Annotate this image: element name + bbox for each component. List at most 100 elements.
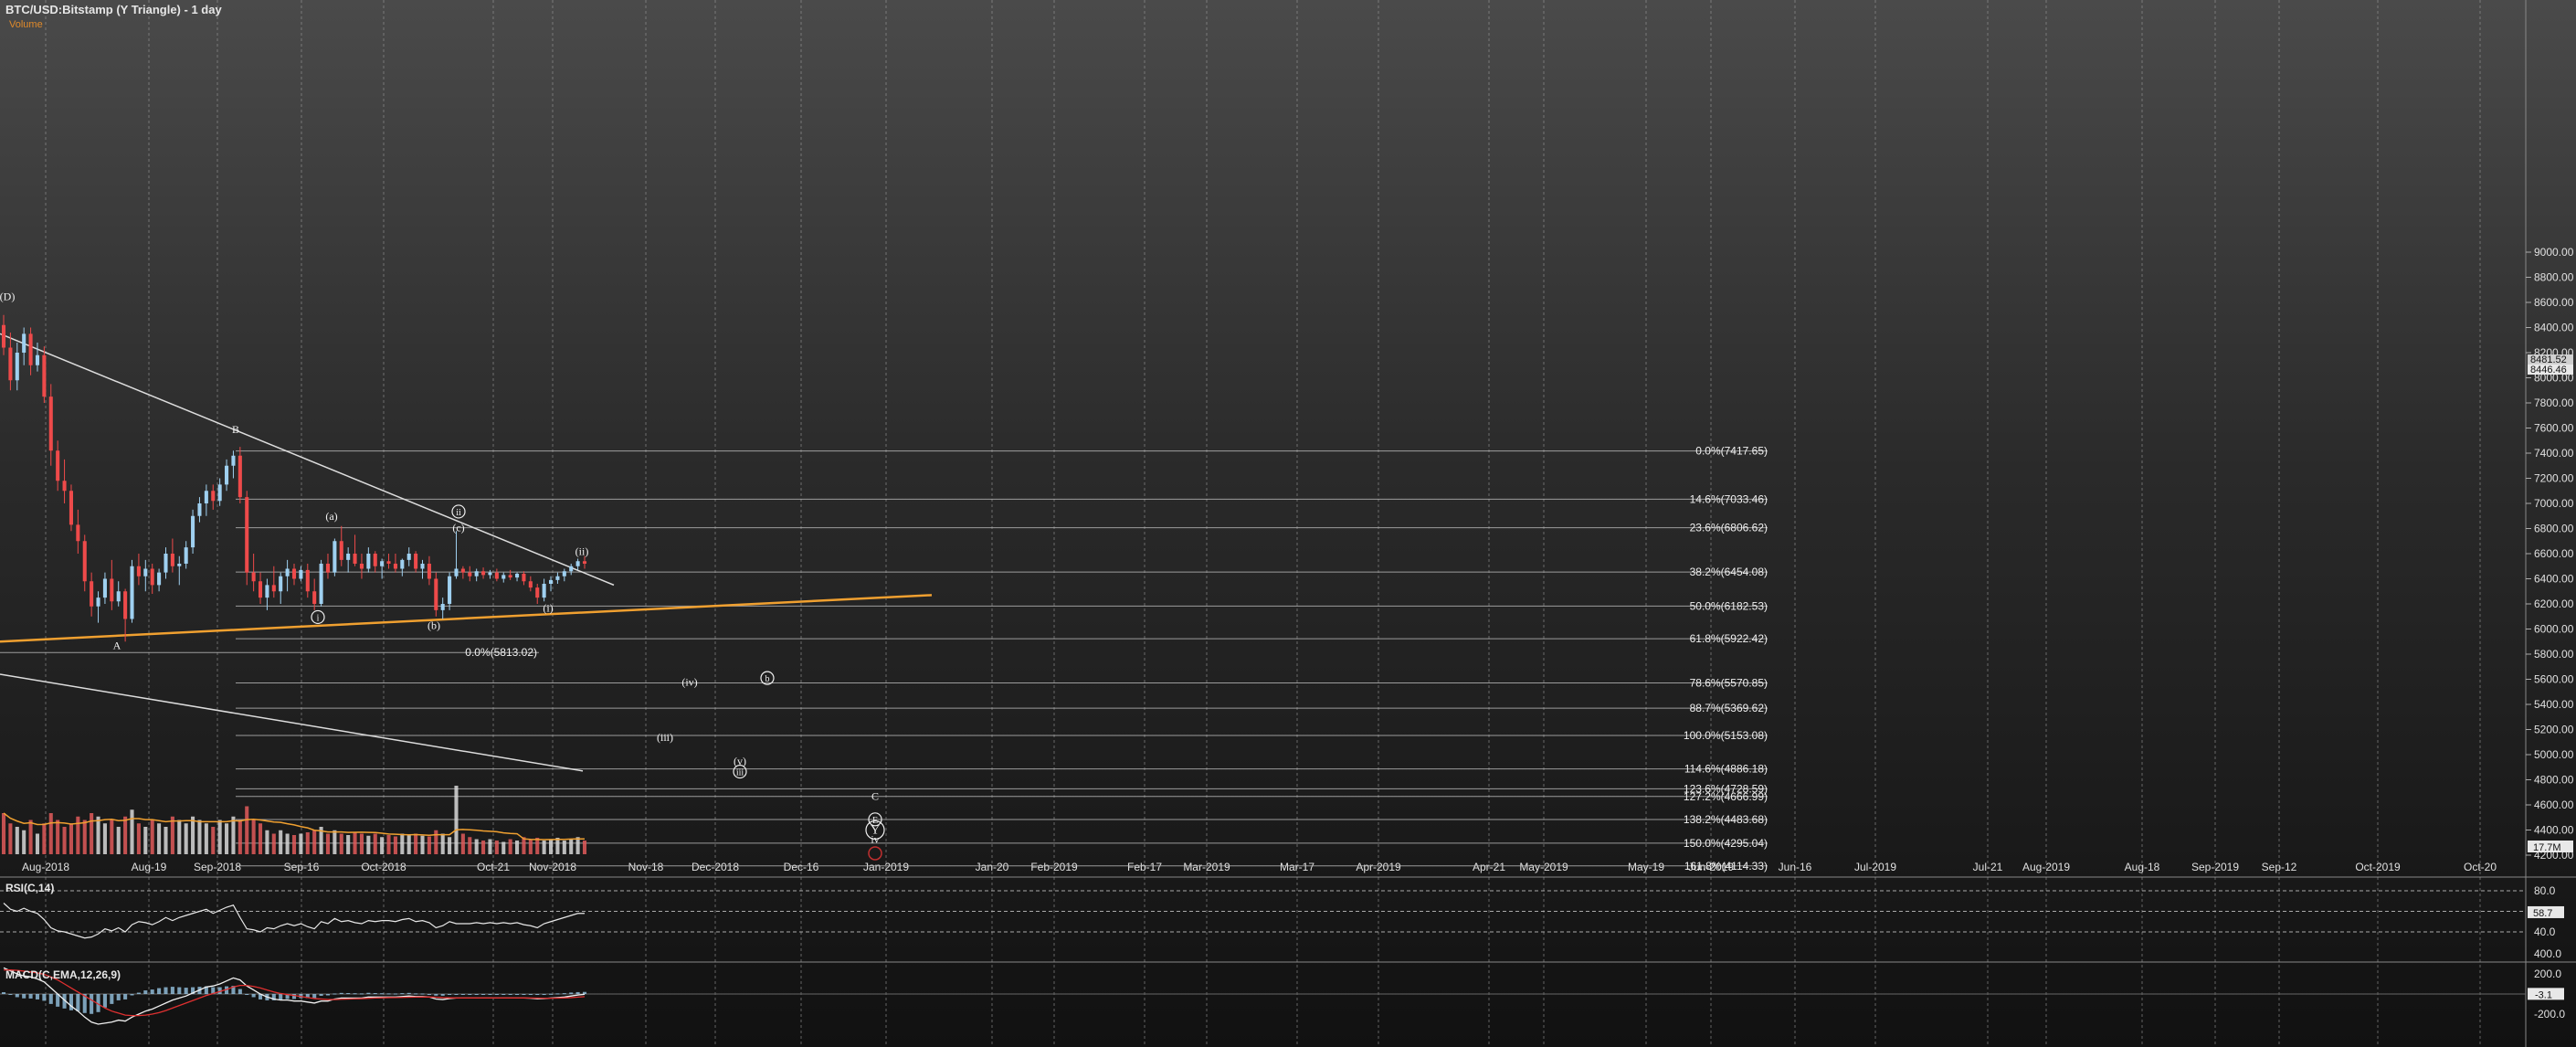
volume-bar: [69, 823, 73, 854]
volume-bar: [204, 823, 208, 854]
candle-body: [380, 561, 385, 566]
y-tick-label: 9000.00: [2534, 246, 2574, 259]
candle-body: [110, 578, 114, 602]
candle-body: [231, 455, 236, 466]
wave-label: (b): [428, 619, 440, 632]
candle-body: [569, 566, 574, 572]
wave-label: (iv): [681, 675, 697, 688]
volume-bar: [575, 837, 580, 854]
x-tick-label: Jan-2019: [863, 861, 909, 873]
macd-histogram-bar: [494, 994, 499, 995]
x-tick-label: Oct-21: [477, 861, 510, 873]
volume-bar: [474, 839, 479, 854]
macd-histogram-bar: [522, 994, 526, 995]
y-tick-label: 6800.00: [2534, 523, 2574, 535]
volume-bar: [22, 830, 26, 854]
candle-body: [170, 554, 174, 566]
macd-histogram-bar: [548, 993, 554, 995]
y-tick-label: 5200.00: [2534, 724, 2574, 736]
volume-bar: [245, 806, 249, 854]
macd-histogram-bar: [116, 994, 121, 1000]
y-tick-label: 5000.00: [2534, 748, 2574, 761]
x-tick-label: Feb-2019: [1030, 861, 1078, 873]
candle-body: [319, 564, 323, 604]
macd-histogram-bar: [508, 994, 512, 995]
x-tick-label: Sep-12: [2262, 861, 2297, 873]
fib-level-label: 38.2%(6454.08): [1690, 566, 1768, 578]
x-tick-label: Aug-2019: [2022, 861, 2070, 873]
volume-bar: [48, 813, 53, 854]
volume-legend: Volume: [9, 19, 43, 30]
macd-histogram-bar: [28, 994, 33, 999]
candle-body: [56, 450, 60, 481]
x-tick-label: Dec-16: [784, 861, 819, 873]
candle-body: [8, 347, 13, 381]
y-tick-label: 8600.00: [2534, 296, 2574, 309]
candle-body: [400, 559, 405, 569]
volume-bar: [562, 841, 566, 854]
candle-body: [82, 541, 87, 582]
candle-body: [197, 503, 202, 516]
chart-canvas[interactable]: Aug-2018 Aug-19 Sep-2018 Sep-16 Oct-2018 Oct-…: [0, 0, 2576, 1047]
macd-histogram-bar: [150, 989, 154, 994]
wave-label: (c): [452, 521, 464, 534]
volume-bar: [312, 830, 317, 854]
candle-body: [130, 566, 134, 619]
x-tick-label: Sep-2019: [2191, 861, 2239, 873]
y-tick-label: 7400.00: [2534, 447, 2574, 460]
candle-body: [285, 568, 290, 576]
target-marker: [868, 846, 882, 861]
macd-histogram-bar: [325, 994, 331, 996]
price-label: 8446.46: [2530, 365, 2567, 375]
x-tick-label: Mar-2019: [1183, 861, 1230, 873]
candle-body: [76, 524, 80, 542]
macd-histogram-bar: [488, 994, 492, 995]
x-tick-label: Nov-2018: [529, 861, 576, 873]
volume-bar: [448, 837, 452, 854]
candle-body: [157, 572, 162, 586]
candle-body: [434, 578, 438, 610]
volume-bar: [258, 823, 263, 854]
macd-histogram-bar: [164, 987, 168, 994]
candle-body: [522, 574, 526, 582]
volume-bar: [460, 833, 465, 854]
candle-body: [204, 491, 208, 503]
y-tick-label: 4600.00: [2534, 798, 2574, 811]
macd-histogram-bar: [366, 992, 371, 994]
macd-histogram-bar: [15, 994, 19, 998]
macd-histogram-bar: [380, 993, 385, 995]
x-tick-label: May-2019: [1519, 861, 1568, 873]
macd-histogram-bar: [448, 994, 452, 995]
wave-label: (D): [0, 290, 15, 302]
circled-wave-label: ii: [456, 508, 461, 518]
candle-body: [116, 591, 121, 602]
macd-histogram-bar: [542, 994, 546, 995]
volume-bar: [116, 827, 121, 854]
volume-bar: [123, 816, 128, 854]
candle-body: [279, 576, 283, 592]
macd-histogram-bar: [373, 993, 377, 995]
volume-bar: [501, 841, 506, 854]
rsi-value-label: 58.7: [2533, 908, 2552, 919]
macd-histogram-bar: [427, 994, 431, 995]
volume-bar: [238, 820, 242, 854]
fib-level-label: 61.8%(5922.42): [1690, 632, 1768, 645]
macd-histogram-bar: [279, 994, 283, 1000]
candle-body: [1, 324, 6, 348]
macd-histogram-bar: [8, 994, 13, 995]
x-tick-label: Oct-20: [2464, 861, 2497, 873]
macd-histogram-bar: [468, 994, 472, 995]
volume-bar: [177, 820, 182, 854]
candle-body: [427, 564, 431, 579]
macd-histogram-bar: [76, 994, 80, 1011]
candle-body: [217, 484, 222, 502]
x-tick-label: Aug-19: [132, 861, 167, 873]
volume-bar: [346, 835, 351, 854]
y-tick-label: 6000.00: [2534, 623, 2574, 636]
candle-body: [123, 591, 128, 619]
fib-level-label: 50.0%(6182.53): [1690, 599, 1768, 612]
volume-bar: [110, 820, 114, 854]
x-tick-label: Feb-17: [1127, 861, 1162, 873]
candle-body: [562, 571, 566, 576]
volume-bar: [285, 833, 290, 854]
